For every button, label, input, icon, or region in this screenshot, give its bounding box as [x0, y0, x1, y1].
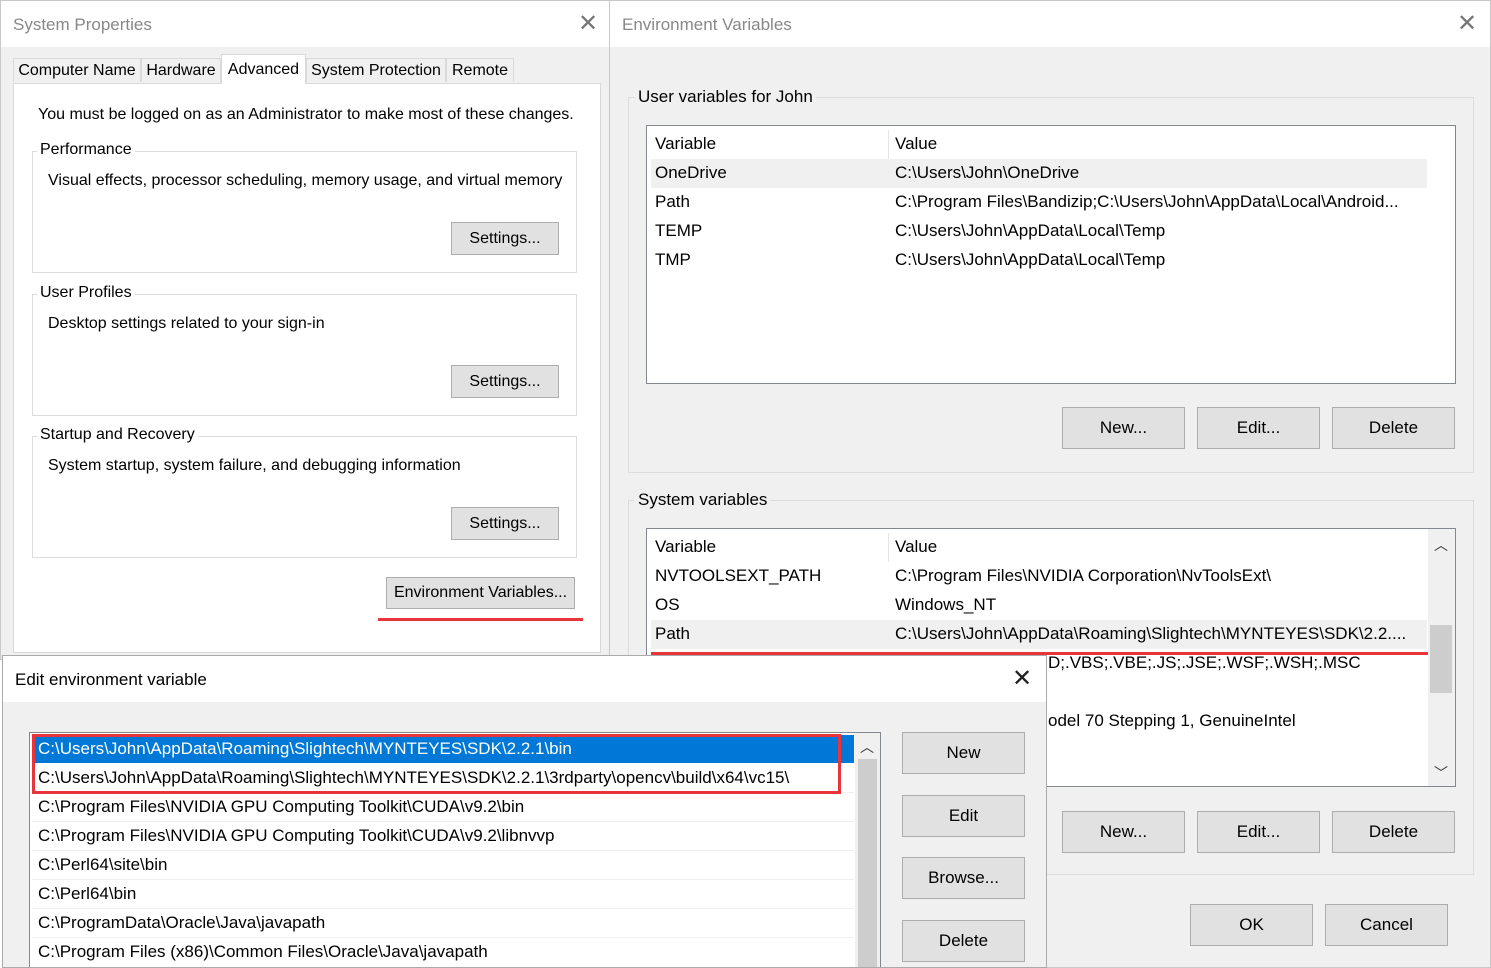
window-title: Environment Variables	[622, 15, 792, 34]
system-delete-button[interactable]: Delete	[1332, 811, 1455, 853]
user-variables-label: User variables for John	[635, 87, 816, 107]
path-entry: C:\Program Files\NVIDIA GPU Computing To…	[38, 826, 555, 845]
system-properties-window: System Properties ✕ Computer Name Hardwa…	[0, 0, 610, 660]
vertical-scrollbar[interactable]: ︿	[855, 733, 880, 967]
variable-value: C:\Users\John\AppData\Local\Temp	[895, 250, 1166, 269]
table-row[interactable]: TEMP C:\Users\John\AppData\Local\Temp	[651, 217, 1427, 246]
tab-system-protection[interactable]: System Protection	[306, 58, 446, 82]
column-header-value[interactable]: Value	[895, 537, 937, 557]
table-row-selected[interactable]: Path C:\Users\John\AppData\Roaming\Sligh…	[651, 620, 1427, 649]
title-bar: Edit environment variable ✕	[3, 656, 1046, 702]
user-profiles-description: Desktop settings related to your sign-in	[48, 315, 325, 332]
environment-variables-button[interactable]: Environment Variables...	[386, 577, 575, 609]
variable-value: C:\Users\John\AppData\Roaming\Slightech\…	[895, 624, 1407, 643]
tab-page-advanced: You must be logged on as an Administrato…	[13, 83, 601, 653]
close-icon[interactable]: ✕	[573, 9, 603, 39]
variable-value: C:\Program Files\NVIDIA Corporation\NvTo…	[895, 566, 1272, 585]
startup-recovery-group: Startup and Recovery System startup, sys…	[32, 426, 577, 558]
window-title: System Properties	[13, 15, 152, 34]
list-header: Variable Value	[651, 533, 1427, 562]
annotation-underline	[378, 618, 583, 621]
close-icon[interactable]: ✕	[1452, 9, 1482, 39]
column-header-value[interactable]: Value	[895, 134, 937, 154]
browse-button[interactable]: Browse...	[902, 857, 1025, 899]
performance-label: Performance	[37, 141, 135, 159]
system-variables-label: System variables	[635, 490, 771, 510]
tab-advanced[interactable]: Advanced	[221, 54, 306, 84]
tab-remote[interactable]: Remote	[446, 58, 514, 82]
window-title: Edit environment variable	[15, 670, 207, 689]
user-edit-button[interactable]: Edit...	[1197, 407, 1320, 449]
tab-computer-name[interactable]: Computer Name	[13, 58, 141, 82]
variable-name: TMP	[655, 250, 691, 269]
annotation-box	[32, 734, 841, 794]
variable-value: C:\Users\John\AppData\Local\Temp	[895, 221, 1166, 240]
title-bar: Environment Variables ✕	[610, 1, 1490, 47]
title-bar: System Properties ✕	[1, 1, 609, 47]
performance-group: Performance Visual effects, processor sc…	[32, 141, 577, 273]
vertical-scrollbar[interactable]: ︿ ﹀	[1428, 529, 1455, 786]
column-divider	[888, 130, 889, 159]
tab-hardware[interactable]: Hardware	[141, 58, 221, 82]
list-item[interactable]: C:\Perl64\site\bin	[32, 851, 854, 880]
edit-button[interactable]: Edit	[902, 795, 1025, 837]
user-delete-button[interactable]: Delete	[1332, 407, 1455, 449]
variable-value: C:\Users\John\OneDrive	[895, 163, 1080, 182]
delete-button[interactable]: Delete	[902, 920, 1025, 962]
variable-name: OneDrive	[655, 163, 727, 182]
list-item[interactable]: C:\Program Files\NVIDIA GPU Computing To…	[32, 822, 854, 851]
table-row[interactable]: OneDrive C:\Users\John\OneDrive	[651, 159, 1427, 188]
performance-settings-button[interactable]: Settings...	[451, 222, 559, 255]
user-profiles-group: User Profiles Desktop settings related t…	[32, 284, 577, 416]
list-item[interactable]: C:\Program Files (x86)\Common Files\Orac…	[32, 938, 854, 966]
variable-name: Path	[655, 624, 690, 643]
edit-environment-variable-window: Edit environment variable ✕ C:\Users\Joh…	[2, 655, 1047, 968]
startup-recovery-description: System startup, system failure, and debu…	[48, 457, 461, 474]
list-item[interactable]: C:\Program Files\NVIDIA GPU Computing To…	[32, 793, 854, 822]
list-header: Variable Value	[651, 130, 1427, 159]
user-new-button[interactable]: New...	[1062, 407, 1185, 449]
variable-value: C:\Program Files\Bandizip;C:\Users\John\…	[895, 192, 1399, 211]
column-divider	[888, 533, 889, 562]
path-entry: C:\Program Files\NVIDIA GPU Computing To…	[38, 797, 525, 816]
performance-description: Visual effects, processor scheduling, me…	[48, 172, 563, 189]
scrollbar-thumb[interactable]	[858, 759, 877, 967]
table-row[interactable]: OS Windows_NT	[651, 591, 1427, 620]
path-entry: C:\Perl64\bin	[38, 884, 137, 903]
column-header-variable[interactable]: Variable	[655, 134, 716, 154]
ok-button[interactable]: OK	[1190, 904, 1313, 946]
scroll-down-icon[interactable]: ﹀	[1434, 763, 1448, 783]
user-variables-list[interactable]: Variable Value OneDrive C:\Users\John\On…	[646, 125, 1456, 384]
path-entry: C:\Program Files (x86)\Common Files\Orac…	[38, 942, 488, 961]
table-row[interactable]: TMP C:\Users\John\AppData\Local\Temp	[651, 246, 1427, 275]
variable-name: Path	[655, 192, 690, 211]
column-header-variable[interactable]: Variable	[655, 537, 716, 557]
new-button[interactable]: New	[902, 732, 1025, 774]
user-profiles-settings-button[interactable]: Settings...	[451, 365, 559, 398]
variable-name: NVTOOLSEXT_PATH	[655, 566, 822, 585]
path-entry: C:\ProgramData\Oracle\Java\javapath	[38, 913, 326, 932]
scrollbar-thumb[interactable]	[1430, 625, 1452, 693]
variable-name: OS	[655, 595, 680, 614]
variable-value: D;.VBS;.VBE;.JS;.JSE;.WSF;.WSH;.MSC	[1048, 653, 1361, 672]
table-row[interactable]: NVTOOLSEXT_PATH C:\Program Files\NVIDIA …	[651, 562, 1427, 591]
list-item[interactable]: C:\ProgramData\Oracle\Java\javapath	[32, 909, 854, 938]
scroll-up-icon[interactable]: ︿	[1434, 535, 1448, 555]
system-edit-button[interactable]: Edit...	[1197, 811, 1320, 853]
system-new-button[interactable]: New...	[1062, 811, 1185, 853]
variable-value: odel 70 Stepping 1, GenuineIntel	[1048, 711, 1296, 730]
startup-recovery-settings-button[interactable]: Settings...	[451, 507, 559, 540]
table-row[interactable]: Path C:\Program Files\Bandizip;C:\Users\…	[651, 188, 1427, 217]
startup-recovery-label: Startup and Recovery	[37, 426, 198, 444]
scroll-up-icon[interactable]: ︿	[860, 737, 874, 757]
cancel-button[interactable]: Cancel	[1325, 904, 1448, 946]
admin-notice: You must be logged on as an Administrato…	[38, 106, 574, 123]
variable-name: TEMP	[655, 221, 703, 240]
close-icon[interactable]: ✕	[1007, 664, 1037, 694]
user-profiles-label: User Profiles	[37, 284, 135, 302]
variable-value: Windows_NT	[895, 595, 997, 614]
list-item[interactable]: C:\Perl64\bin	[32, 880, 854, 909]
path-entry: C:\Perl64\site\bin	[38, 855, 168, 874]
path-entries-list[interactable]: C:\Users\John\AppData\Roaming\Slightech\…	[29, 732, 881, 967]
